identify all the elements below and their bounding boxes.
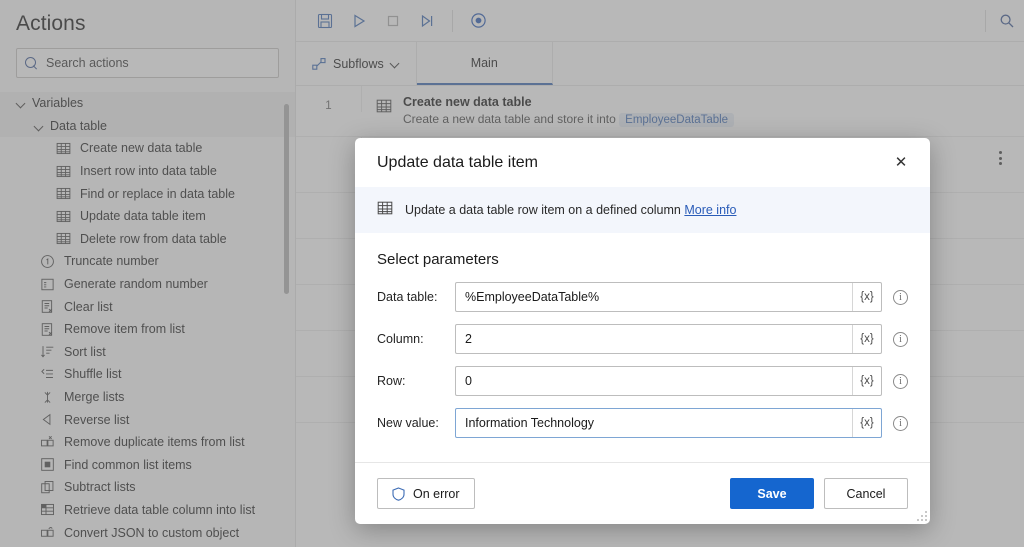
more-info-link[interactable]: More info <box>684 203 736 217</box>
dialog-info-text: Update a data table row item on a define… <box>405 203 736 217</box>
table-icon <box>377 200 393 221</box>
on-error-button[interactable]: On error <box>377 478 475 509</box>
dialog-footer: On error Save Cancel <box>355 462 930 524</box>
section-title: Select parameters <box>377 251 499 268</box>
resize-grip[interactable] <box>916 510 927 521</box>
info-icon[interactable]: i <box>893 331 908 347</box>
shield-icon <box>392 486 405 501</box>
field-label: Data table: <box>377 290 438 304</box>
info-icon[interactable]: i <box>893 373 908 389</box>
field-value: 0 <box>465 374 472 388</box>
dialog-body: Select parameters Data table: %EmployeeD… <box>355 233 930 462</box>
dialog-header: Update data table item ✕ <box>355 138 930 187</box>
field-new-value: New value: Information Technology {x} i <box>377 408 908 438</box>
row-input[interactable]: 0 {x} <box>455 366 882 396</box>
field-label: New value: <box>377 416 439 430</box>
save-button[interactable]: Save <box>730 478 814 509</box>
field-label: Row: <box>377 374 406 388</box>
info-description: Update a data table row item on a define… <box>405 203 681 217</box>
info-icon[interactable]: i <box>893 415 908 431</box>
column-input[interactable]: 2 {x} <box>455 324 882 354</box>
field-value: %EmployeeDataTable% <box>465 290 600 304</box>
variable-picker-icon[interactable]: {x} <box>852 409 881 437</box>
field-value: 2 <box>465 332 472 346</box>
dialog-title: Update data table item <box>377 153 538 171</box>
dialog-info-bar: Update a data table row item on a define… <box>355 187 930 233</box>
variable-picker-icon[interactable]: {x} <box>852 367 881 395</box>
close-icon[interactable]: ✕ <box>886 148 916 178</box>
update-data-table-item-dialog: Update data table item ✕ Update a data t… <box>355 138 930 524</box>
field-row: Row: 0 {x} i <box>377 366 908 396</box>
field-value: Information Technology <box>465 416 595 430</box>
variable-picker-icon[interactable]: {x} <box>852 283 881 311</box>
variable-picker-icon[interactable]: {x} <box>852 325 881 353</box>
data-table-input[interactable]: %EmployeeDataTable% {x} <box>455 282 882 312</box>
field-data-table: Data table: %EmployeeDataTable% {x} i <box>377 282 908 312</box>
info-icon[interactable]: i <box>893 289 908 305</box>
save-label: Save <box>757 486 787 501</box>
new-value-input[interactable]: Information Technology {x} <box>455 408 882 438</box>
field-column: Column: 2 {x} i <box>377 324 908 354</box>
field-label: Column: <box>377 332 424 346</box>
on-error-label: On error <box>413 486 460 501</box>
cancel-button[interactable]: Cancel <box>824 478 908 509</box>
application-window: Actions Search actions VariablesData tab… <box>0 0 1024 547</box>
cancel-label: Cancel <box>846 486 886 501</box>
